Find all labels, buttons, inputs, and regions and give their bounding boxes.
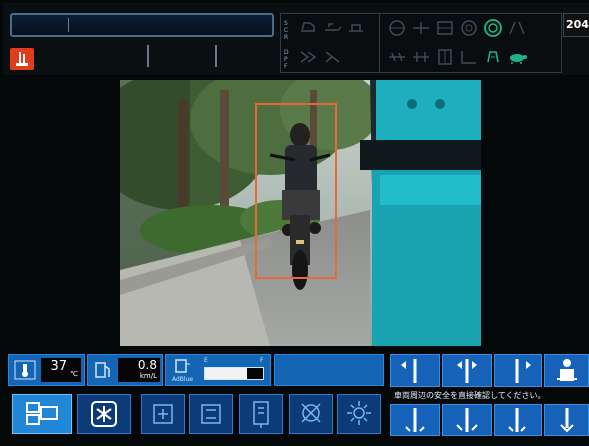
brake-warning-icon	[459, 19, 479, 37]
coolant-temperature-panel: 37 ℃	[8, 354, 85, 386]
fuel-economy-readout: 0.8 km/L	[118, 358, 160, 382]
indicator-lamp-panel: S C R D P F	[280, 13, 562, 73]
status-bar-divider	[68, 18, 69, 32]
fan-off-button[interactable]	[289, 394, 333, 434]
axle-icon	[411, 19, 431, 37]
steering-icon	[387, 19, 407, 37]
temperature-unit: ℃	[70, 370, 78, 378]
dpf-manual-icon	[323, 48, 343, 66]
front-left-adjust-button[interactable]	[390, 354, 440, 387]
temperature-value: 37	[50, 359, 67, 374]
tire-chain-icon	[387, 48, 407, 66]
kneeling-icon	[459, 48, 479, 66]
status-message-bar	[10, 13, 274, 37]
panel-divider	[379, 14, 380, 72]
svg-text:P: P	[284, 56, 288, 63]
engine-check-icon	[299, 19, 319, 37]
vehicle-height-icon	[411, 48, 431, 66]
rear-left-adjust-button[interactable]	[390, 404, 440, 436]
dpf-regeneration-icon	[299, 48, 319, 66]
gauge-tick	[147, 45, 149, 67]
adblue-empty-mark: E	[204, 357, 208, 364]
driver-seat-button[interactable]	[544, 354, 589, 387]
oil-pressure-icon	[323, 19, 343, 37]
adblue-tank-icon	[172, 358, 194, 374]
temperature-readout: 37 ℃	[41, 358, 81, 382]
interior-light-button[interactable]	[337, 394, 381, 434]
gauge-tick	[215, 45, 217, 67]
brake-lining-icon	[435, 19, 455, 37]
adblue-label: AdBlue	[172, 376, 194, 383]
adblue-full-mark: F	[260, 357, 264, 364]
front-right-adjust-button[interactable]	[494, 354, 542, 387]
traction-control-icon	[483, 48, 503, 66]
camera-view-select-button[interactable]	[12, 394, 72, 434]
fuel-economy-value: 0.8	[137, 358, 157, 372]
safety-notice-strip: 車両周辺の安全を直接確認してください。	[390, 389, 589, 402]
fuel-pump-icon	[92, 360, 114, 382]
adblue-level-gauge	[204, 367, 264, 380]
left-mirror-button[interactable]	[141, 394, 185, 434]
svg-text:C: C	[284, 27, 288, 34]
blank-info-panel	[274, 354, 384, 386]
svg-text:S: S	[284, 20, 288, 27]
thermometer-icon	[14, 360, 36, 380]
slow-mode-turtle-icon	[507, 48, 527, 66]
mode-letters: S C R D P F	[281, 14, 296, 72]
right-mirror-button[interactable]	[189, 394, 233, 434]
fuel-economy-panel: 0.8 km/L	[87, 354, 163, 386]
scr-warning-icon	[347, 19, 367, 37]
lane-departure-icon	[507, 19, 527, 37]
fuel-economy-unit: km/L	[139, 372, 157, 380]
seat-lower-button[interactable]	[544, 404, 589, 436]
svg-text:D: D	[284, 49, 289, 56]
door-open-icon	[435, 48, 455, 66]
detection-bounding-box	[255, 103, 337, 279]
svg-text:F: F	[284, 63, 288, 70]
rear-both-adjust-button[interactable]	[442, 404, 492, 436]
adblue-level-fill	[205, 368, 247, 379]
adblue-level-panel: AdBlue E F	[165, 354, 271, 386]
rear-right-adjust-button[interactable]	[494, 404, 542, 436]
svg-text:R: R	[284, 34, 288, 41]
status-code: 204	[563, 13, 589, 37]
air-conditioner-button[interactable]	[77, 394, 131, 434]
safety-notice-text: 車両周辺の安全を直接確認してください。	[394, 391, 546, 400]
warning-light-icon	[10, 48, 34, 70]
front-both-adjust-button[interactable]	[442, 354, 492, 387]
collision-mitigation-icon	[483, 19, 503, 37]
door-control-button[interactable]	[239, 394, 283, 434]
